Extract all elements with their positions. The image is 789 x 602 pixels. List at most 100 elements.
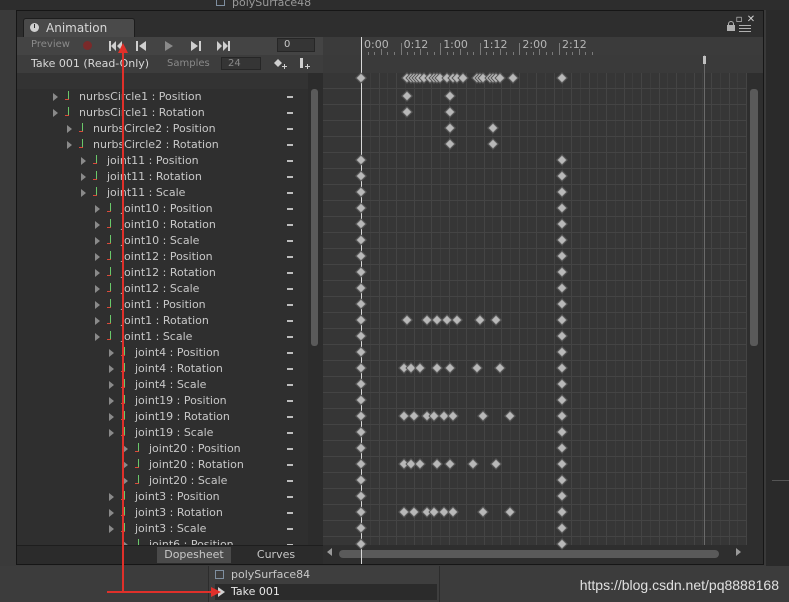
remove-property-icon[interactable]: [287, 336, 293, 338]
property-row[interactable]: nurbsCircle2 : Rotation: [17, 137, 308, 153]
expand-arrow-icon[interactable]: [95, 333, 100, 341]
expand-arrow-icon[interactable]: [95, 285, 100, 293]
expand-arrow-icon[interactable]: [95, 253, 100, 261]
property-row[interactable]: joint1 : Scale: [17, 329, 308, 345]
last-key-icon[interactable]: [210, 38, 236, 53]
property-row[interactable]: joint12 : Scale: [17, 281, 308, 297]
scroll-right-icon[interactable]: [736, 548, 741, 556]
hierarchy-scroll-thumb[interactable]: [311, 89, 318, 346]
expand-arrow-icon[interactable]: [95, 301, 100, 309]
expand-arrow-icon[interactable]: [53, 109, 58, 117]
remove-property-icon[interactable]: [287, 384, 293, 386]
tab-curves[interactable]: Curves: [239, 547, 313, 563]
property-row[interactable]: joint4 : Position: [17, 345, 308, 361]
expand-arrow-icon[interactable]: [95, 269, 100, 277]
remove-property-icon[interactable]: [287, 448, 293, 450]
dopesheet-horizontal-thumb[interactable]: [339, 550, 719, 558]
clip-selector[interactable]: Take 001 (Read-Only): [31, 57, 149, 70]
tab-dopesheet[interactable]: Dopesheet: [157, 547, 231, 563]
remove-property-icon[interactable]: [287, 288, 293, 290]
expand-arrow-icon[interactable]: [95, 221, 100, 229]
remove-property-icon[interactable]: [287, 320, 293, 322]
preview-toggle[interactable]: Preview: [31, 39, 70, 50]
play-icon[interactable]: [157, 38, 183, 53]
next-key-icon[interactable]: [183, 38, 209, 53]
expand-arrow-icon[interactable]: [109, 349, 114, 357]
remove-property-icon[interactable]: [287, 400, 293, 402]
remove-property-icon[interactable]: [287, 144, 293, 146]
remove-property-icon[interactable]: [287, 416, 293, 418]
expand-arrow-icon[interactable]: [81, 189, 86, 197]
remove-property-icon[interactable]: [287, 496, 293, 498]
remove-property-icon[interactable]: [287, 176, 293, 178]
property-row[interactable]: joint19 : Position: [17, 393, 308, 409]
project-item-mesh[interactable]: polySurface84: [215, 567, 437, 583]
add-keyframe-icon[interactable]: [273, 57, 287, 71]
scroll-left-icon[interactable]: [327, 548, 332, 556]
property-row[interactable]: joint10 : Scale: [17, 233, 308, 249]
expand-arrow-icon[interactable]: [109, 381, 114, 389]
remove-property-icon[interactable]: [287, 304, 293, 306]
expand-arrow-icon[interactable]: [109, 413, 114, 421]
remove-property-icon[interactable]: [287, 272, 293, 274]
record-icon[interactable]: [83, 41, 92, 50]
property-row[interactable]: joint20 : Position: [17, 441, 308, 457]
expand-arrow-icon[interactable]: [109, 365, 114, 373]
expand-arrow-icon[interactable]: [95, 317, 100, 325]
remove-property-icon[interactable]: [287, 192, 293, 194]
remove-property-icon[interactable]: [287, 96, 293, 98]
property-row[interactable]: joint10 : Rotation: [17, 217, 308, 233]
remove-property-icon[interactable]: [287, 512, 293, 514]
expand-arrow-icon[interactable]: [109, 429, 114, 437]
remove-property-icon[interactable]: [287, 240, 293, 242]
prev-key-icon[interactable]: [129, 38, 155, 53]
property-row[interactable]: joint11 : Rotation: [17, 169, 308, 185]
menu-icon[interactable]: [739, 23, 751, 33]
remove-property-icon[interactable]: [287, 528, 293, 530]
expand-arrow-icon[interactable]: [95, 205, 100, 213]
property-row[interactable]: joint10 : Position: [17, 201, 308, 217]
remove-property-icon[interactable]: [287, 160, 293, 162]
property-row[interactable]: joint6 : Position: [17, 537, 308, 545]
remove-property-icon[interactable]: [287, 352, 293, 354]
remove-property-icon[interactable]: [287, 432, 293, 434]
expand-arrow-icon[interactable]: [67, 141, 72, 149]
remove-property-icon[interactable]: [287, 128, 293, 130]
property-row[interactable]: nurbsCircle1 : Rotation: [17, 105, 308, 121]
property-row[interactable]: nurbsCircle2 : Position: [17, 121, 308, 137]
samples-field[interactable]: 24: [221, 57, 261, 70]
expand-arrow-icon[interactable]: [81, 173, 86, 181]
remove-property-icon[interactable]: [287, 464, 293, 466]
clip-end-marker[interactable]: [703, 56, 706, 64]
add-event-icon[interactable]: [297, 57, 311, 71]
dopesheet-vertical-thumb[interactable]: [750, 89, 758, 346]
property-row[interactable]: joint20 : Rotation: [17, 457, 308, 473]
remove-property-icon[interactable]: [287, 112, 293, 114]
remove-property-icon[interactable]: [287, 480, 293, 482]
lock-icon[interactable]: [727, 21, 735, 31]
expand-arrow-icon[interactable]: [109, 493, 114, 501]
property-row[interactable]: joint12 : Rotation: [17, 265, 308, 281]
remove-property-icon[interactable]: [287, 256, 293, 258]
property-row[interactable]: joint12 : Position: [17, 249, 308, 265]
property-row[interactable]: joint19 : Scale: [17, 425, 308, 441]
property-row[interactable]: nurbsCircle1 : Position: [17, 89, 308, 105]
property-row[interactable]: joint4 : Scale: [17, 377, 308, 393]
property-row[interactable]: joint3 : Rotation: [17, 505, 308, 521]
remove-property-icon[interactable]: [287, 224, 293, 226]
property-row[interactable]: joint1 : Position: [17, 297, 308, 313]
property-row[interactable]: joint11 : Position: [17, 153, 308, 169]
frame-field[interactable]: 0: [277, 38, 315, 52]
property-row[interactable]: joint4 : Rotation: [17, 361, 308, 377]
property-row[interactable]: joint1 : Rotation: [17, 313, 308, 329]
property-row[interactable]: joint20 : Scale: [17, 473, 308, 489]
expand-arrow-icon[interactable]: [95, 237, 100, 245]
remove-property-icon[interactable]: [287, 368, 293, 370]
remove-property-icon[interactable]: [287, 208, 293, 210]
property-row[interactable]: joint3 : Scale: [17, 521, 308, 537]
expand-arrow-icon[interactable]: [109, 525, 114, 533]
dopesheet-area[interactable]: [323, 73, 747, 545]
property-row[interactable]: joint3 : Position: [17, 489, 308, 505]
summary-lane[interactable]: [323, 55, 763, 74]
expand-arrow-icon[interactable]: [81, 157, 86, 165]
